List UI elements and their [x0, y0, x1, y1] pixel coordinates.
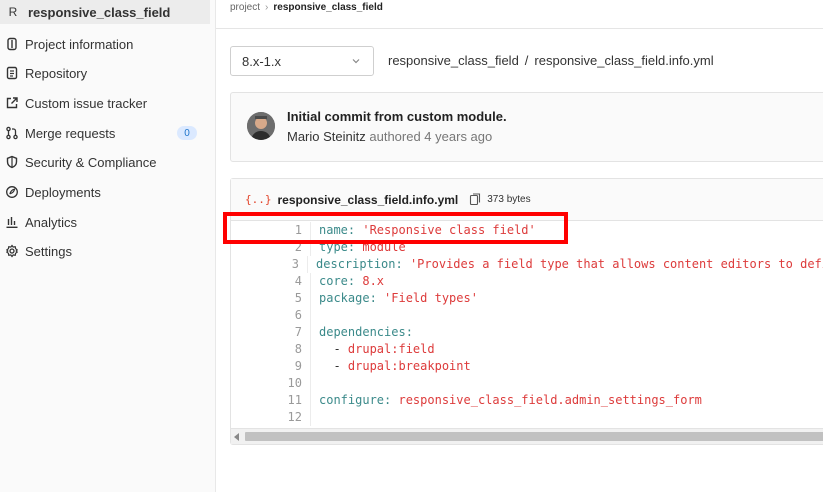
yaml-value: drupal:breakpoint [347, 359, 471, 373]
project-avatar: R [8, 5, 18, 19]
code-line: 12 [231, 409, 823, 426]
line-number[interactable]: 12 [231, 409, 311, 426]
yaml-key: core: [319, 274, 356, 288]
sidebar-item-project-information[interactable]: Project information [0, 33, 210, 55]
code-line: 11 configure: responsive_class_field.admi… [231, 392, 823, 409]
sidebar-item-label: Deployments [25, 184, 101, 200]
merge-requests-count-badge: 0 [177, 126, 197, 140]
yaml-file-icon: {..} [245, 193, 272, 206]
project-header[interactable]: R responsive_class_field [0, 0, 210, 24]
commit-author-link[interactable]: Mario Steinitz [287, 129, 366, 144]
sidebar-item-security-compliance[interactable]: Security & Compliance [0, 151, 210, 173]
last-commit-panel: Initial commit from custom module. Mario… [230, 92, 823, 162]
code-line: 7 dependencies: [231, 324, 823, 341]
commit-author-avatar[interactable] [247, 112, 275, 140]
gear-icon [1, 244, 23, 258]
line-number[interactable]: 8 [231, 341, 311, 358]
line-number[interactable]: 5 [231, 290, 311, 307]
sidebar-item-repository[interactable]: Repository [0, 62, 210, 84]
yaml-list-marker: - [319, 359, 348, 373]
yaml-key: dependencies: [319, 325, 413, 339]
line-number[interactable]: 11 [231, 392, 311, 409]
sidebar-item-label: Custom issue tracker [25, 95, 148, 111]
code-line: 5 package: 'Field types' [231, 290, 823, 307]
code-view[interactable]: 1 name: 'Responsive class field' 2 type: m… [231, 222, 823, 426]
sidebar-item-settings[interactable]: Settings [0, 240, 210, 262]
sidebar-item-merge-requests[interactable]: Merge requests 0 [0, 122, 210, 144]
yaml-list-marker: - [319, 342, 348, 356]
code-line: 3 description: 'Provides a field type tha… [231, 256, 823, 273]
branch-dropdown-value: 8.x-1.x [242, 53, 282, 69]
sidebar-item-deployments[interactable]: Deployments [0, 181, 210, 203]
line-number[interactable]: 6 [231, 307, 311, 324]
line-number[interactable]: 9 [231, 358, 311, 375]
chevron-down-icon [352, 59, 360, 64]
code-line: 6 [231, 307, 823, 324]
shield-icon [1, 155, 23, 169]
sidebar: R responsive_class_field Project informa… [0, 0, 216, 492]
line-number[interactable]: 7 [231, 324, 311, 341]
yaml-value: 8.x [355, 274, 385, 288]
header-divider [216, 28, 823, 29]
breadcrumb: project › responsive_class_field [230, 2, 383, 13]
document-icon [1, 66, 23, 80]
sidebar-item-label: Project information [25, 36, 134, 52]
yaml-key: configure: [319, 393, 392, 407]
line-number[interactable]: 4 [231, 273, 311, 290]
file-name: responsive_class_field.info.yml [277, 192, 459, 207]
commit-title-link[interactable]: Initial commit from custom module. [287, 109, 507, 124]
sidebar-item-custom-issue-tracker[interactable]: Custom issue tracker [0, 92, 210, 114]
sidebar-item-label: Repository [25, 65, 88, 81]
commit-meta: Mario Steinitz authored 4 years ago [287, 129, 492, 144]
branch-dropdown[interactable]: 8.x-1.x [230, 46, 374, 76]
breadcrumb-parent-link[interactable]: project [230, 2, 260, 13]
sidebar-item-label: Merge requests [25, 125, 116, 141]
sidebar-item-analytics[interactable]: Analytics [0, 211, 210, 233]
horizontal-scrollbar[interactable] [231, 428, 823, 444]
scroll-left-arrow-icon[interactable] [234, 433, 239, 441]
rocket-icon [1, 185, 23, 199]
project-name: responsive_class_field [28, 4, 171, 20]
sidebar-item-label: Security & Compliance [25, 154, 157, 170]
sidebar-item-label: Analytics [25, 214, 78, 230]
sidebar-item-label: Settings [25, 243, 72, 259]
line-number[interactable]: 10 [231, 375, 311, 392]
code-line: 4 core: 8.x [231, 273, 823, 290]
file-path: responsive_class_field / responsive_class_… [388, 53, 714, 68]
info-icon [1, 37, 23, 51]
yaml-value: 'Field types' [376, 291, 478, 305]
path-root-link[interactable]: responsive_class_field [388, 53, 519, 68]
yaml-value: drupal:field [347, 342, 435, 356]
yaml-value: responsive_class_field.admin_settings_fo… [391, 393, 702, 407]
breadcrumb-chevron-icon: › [265, 2, 269, 13]
copy-icon[interactable] [469, 193, 481, 206]
scrollbar-thumb[interactable] [245, 432, 823, 441]
code-line: 10 [231, 375, 823, 392]
yaml-key: package: [319, 291, 377, 305]
external-link-icon [1, 96, 23, 110]
code-line: 9 - drupal:breakpoint [231, 358, 823, 375]
path-file-name: responsive_class_field.info.yml [534, 53, 714, 68]
breadcrumb-current[interactable]: responsive_class_field [273, 2, 383, 13]
highlight-box-annotation [223, 212, 568, 244]
yaml-key: description: [316, 257, 403, 271]
code-line: 8 - drupal:field [231, 341, 823, 358]
chart-icon [1, 215, 23, 229]
file-size: 373 bytes [487, 194, 531, 205]
commit-authored-time: authored 4 years ago [369, 129, 493, 144]
yaml-value: 'Provides a field type that allows conte… [402, 257, 823, 271]
merge-request-icon [1, 126, 23, 140]
line-number[interactable]: 3 [231, 256, 309, 273]
path-separator: / [524, 53, 529, 68]
